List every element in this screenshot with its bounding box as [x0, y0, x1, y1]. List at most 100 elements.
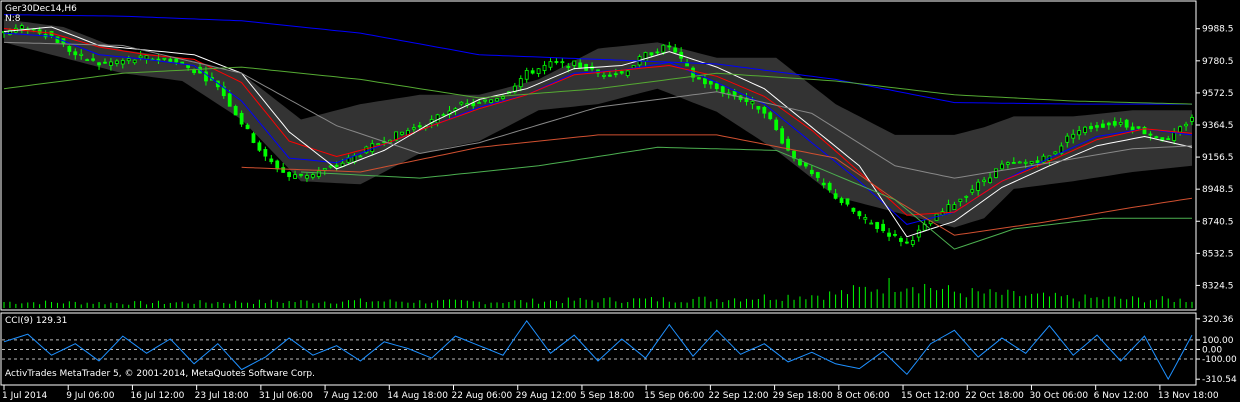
candle-body	[322, 168, 327, 171]
candle-body	[1005, 162, 1010, 165]
candle-body	[174, 58, 179, 63]
candle-body	[613, 73, 618, 76]
time-tick-label: 22 Aug 06:00	[452, 391, 513, 401]
candle-body	[548, 61, 553, 68]
time-tick-label: 30 Oct 06:00	[1029, 391, 1088, 401]
time-tick-label: 13 Nov 18:00	[1158, 391, 1219, 401]
price-tick-label: 8740.5	[1202, 217, 1234, 227]
candle-body	[114, 60, 119, 64]
candle-body	[976, 181, 981, 191]
candle-body	[1166, 138, 1171, 141]
candle-body	[607, 74, 612, 77]
cci-tick-label: 0.00	[1202, 345, 1222, 355]
time-tick-label: 16 Jul 12:00	[130, 391, 184, 401]
candle-body	[328, 165, 333, 168]
time-tick-label: 15 Sep 06:00	[644, 391, 704, 401]
candle-body	[1106, 122, 1111, 126]
candle-body	[910, 240, 915, 245]
candle-body	[1184, 123, 1188, 127]
candle-body	[495, 98, 499, 102]
price-tick-label: 9988.5	[1202, 25, 1234, 35]
cci-axis: 320.36 100.000.00-100.00 -310.54	[1196, 315, 1237, 385]
candle-body	[441, 114, 446, 117]
candle-body	[530, 70, 535, 74]
time-axis: 1 Jul 2014 9 Jul 06:00 16 Jul 12:00 23 Jul …	[2, 385, 1219, 401]
candle-body	[168, 58, 173, 62]
candle-body	[542, 64, 547, 71]
candle-body	[233, 106, 238, 116]
candle-body	[697, 77, 701, 80]
candle-body	[887, 232, 891, 237]
time-tick-label: 5 Sep 18:00	[580, 391, 635, 401]
time-tick-label: 7 Aug 12:00	[323, 391, 378, 401]
n-label: N:8	[5, 14, 21, 24]
candle-body	[281, 167, 286, 173]
candle-body	[649, 52, 654, 56]
candle-body	[893, 233, 897, 236]
candle-body	[619, 71, 624, 74]
price-tick-label: 9156.5	[1202, 153, 1234, 163]
candle-body	[673, 47, 678, 53]
candle-body	[714, 83, 719, 90]
candle-body	[275, 160, 280, 170]
candle-body	[132, 59, 137, 64]
candle-body	[994, 168, 998, 178]
candle-body	[827, 182, 832, 191]
time-tick-label: 29 Sep 18:00	[773, 391, 833, 401]
candle-body	[572, 60, 577, 66]
candle-body	[655, 51, 660, 54]
candle-body	[109, 61, 113, 66]
candle-body	[661, 44, 666, 53]
candle-body	[964, 195, 969, 198]
candle-body	[625, 70, 630, 77]
candle-body	[489, 99, 493, 103]
candle-body	[126, 58, 131, 62]
candle-body	[19, 25, 24, 30]
candle-body	[1053, 151, 1058, 155]
candle-body	[881, 223, 886, 232]
candle-body	[780, 128, 785, 144]
candle-body	[1118, 121, 1123, 125]
candle-body	[1154, 136, 1159, 139]
time-tick-label: 14 Aug 18:00	[387, 391, 448, 401]
candle-body	[863, 217, 868, 220]
candle-body	[554, 61, 559, 63]
cci-tick-label: -100.00	[1202, 355, 1237, 365]
candle-body	[560, 61, 565, 64]
candle-body	[899, 238, 903, 242]
candle-body	[756, 106, 761, 110]
price-tick-label: 8948.5	[1202, 185, 1234, 195]
candle-body	[376, 143, 381, 146]
candle-body	[73, 51, 78, 56]
candle-body	[809, 169, 814, 175]
candle-body	[1023, 161, 1028, 164]
candle-body	[293, 174, 297, 179]
candle-body	[839, 198, 844, 203]
candle-body	[762, 106, 767, 114]
price-tick-label: 8532.5	[1202, 249, 1234, 259]
candle-body	[708, 80, 713, 85]
candle-body	[162, 57, 167, 60]
time-tick-label: 8 Oct 06:00	[837, 391, 890, 401]
time-tick-label: 1 Jul 2014	[2, 391, 47, 401]
candle-body	[833, 193, 838, 199]
time-tick-label: 22 Oct 18:00	[965, 391, 1024, 401]
candle-body	[316, 170, 321, 177]
candle-body	[1190, 117, 1194, 122]
candle-body	[156, 58, 161, 61]
cci-tick-label: -310.54	[1202, 375, 1237, 385]
candle-body	[851, 207, 856, 212]
candle-body	[144, 55, 149, 60]
price-tick-label: 9364.5	[1202, 121, 1234, 131]
candle-body	[477, 102, 482, 104]
volume-bars	[3, 277, 1193, 308]
candle-body	[566, 66, 571, 68]
candle-body	[501, 96, 505, 99]
candle-body	[578, 62, 583, 69]
candle-body	[91, 58, 95, 61]
candle-body	[483, 99, 488, 102]
candle-body	[1136, 126, 1141, 129]
time-tick-label: 15 Oct 12:00	[901, 391, 960, 401]
cci-title: CCI(9) 129.31	[5, 316, 68, 326]
symbol-period-label: Ger30Dec14,H6	[5, 4, 77, 14]
